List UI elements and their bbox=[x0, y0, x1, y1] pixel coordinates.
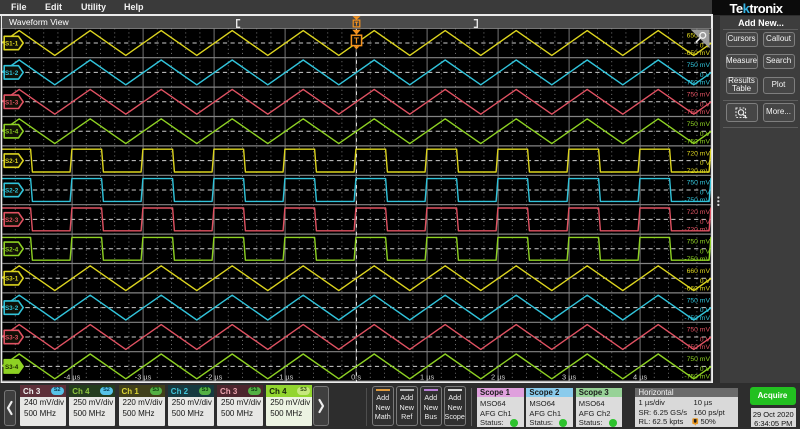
svg-text:-1 µs: -1 µs bbox=[277, 373, 294, 382]
svg-text:-750 mV: -750 mV bbox=[684, 197, 710, 204]
svg-text:S1-4: S1-4 bbox=[5, 129, 19, 136]
svg-text:750 mV: 750 mV bbox=[687, 239, 711, 246]
svg-text:-720 mV: -720 mV bbox=[684, 168, 710, 175]
svg-text:720 mV: 720 mV bbox=[687, 150, 711, 157]
svg-text:750 mV: 750 mV bbox=[687, 180, 711, 187]
svg-text:S3-2: S3-2 bbox=[5, 305, 19, 312]
svg-text:660 mV: 660 mV bbox=[687, 268, 711, 275]
svg-text:0 V: 0 V bbox=[700, 248, 711, 255]
svg-text:S1-1: S1-1 bbox=[5, 41, 19, 48]
svg-text:0 s: 0 s bbox=[351, 373, 361, 382]
svg-text:-750 mV: -750 mV bbox=[684, 109, 710, 116]
svg-text:-750 mV: -750 mV bbox=[684, 80, 710, 87]
svg-text:0 V: 0 V bbox=[700, 160, 711, 167]
svg-text:750 mV: 750 mV bbox=[687, 92, 711, 99]
svg-text:720 mV: 720 mV bbox=[687, 209, 711, 216]
svg-text:0 V: 0 V bbox=[700, 366, 711, 373]
svg-text:750 mV: 750 mV bbox=[687, 356, 711, 363]
svg-text:2 µs: 2 µs bbox=[491, 373, 505, 382]
svg-text:S2-4: S2-4 bbox=[5, 246, 19, 253]
svg-text:-2 µs: -2 µs bbox=[206, 373, 223, 382]
svg-text:0 V: 0 V bbox=[700, 278, 711, 285]
svg-text:S3-4: S3-4 bbox=[5, 364, 19, 371]
svg-text:750 mV: 750 mV bbox=[687, 297, 711, 304]
svg-text:-750 mV: -750 mV bbox=[684, 344, 710, 351]
svg-text:0 V: 0 V bbox=[700, 337, 711, 344]
svg-text:0 V: 0 V bbox=[700, 131, 711, 138]
svg-text:750 mV: 750 mV bbox=[687, 62, 711, 69]
svg-text:S3-3: S3-3 bbox=[5, 335, 19, 342]
svg-text:S1-2: S1-2 bbox=[5, 70, 19, 77]
svg-text:-3 µs: -3 µs bbox=[135, 373, 152, 382]
svg-text:-4 µs: -4 µs bbox=[64, 373, 81, 382]
svg-text:1 µs: 1 µs bbox=[420, 373, 434, 382]
svg-text:-750 mV: -750 mV bbox=[684, 315, 710, 322]
svg-text:S2-2: S2-2 bbox=[5, 188, 19, 195]
svg-text:S2-3: S2-3 bbox=[5, 217, 19, 224]
svg-text:0 V: 0 V bbox=[700, 101, 711, 108]
svg-text:0 V: 0 V bbox=[700, 307, 711, 314]
svg-text:T: T bbox=[354, 36, 360, 46]
svg-text:-660 mV: -660 mV bbox=[684, 285, 710, 292]
svg-text:-750 mV: -750 mV bbox=[684, 374, 710, 381]
svg-text:-750 mV: -750 mV bbox=[684, 138, 710, 145]
svg-text:S3-1: S3-1 bbox=[5, 276, 19, 283]
svg-text:-750 mV: -750 mV bbox=[684, 256, 710, 263]
svg-text:S2-1: S2-1 bbox=[5, 158, 19, 165]
svg-text:3 µs: 3 µs bbox=[562, 373, 576, 382]
svg-text:4 µs: 4 µs bbox=[633, 373, 647, 382]
svg-text:750 mV: 750 mV bbox=[687, 121, 711, 128]
svg-text:0 V: 0 V bbox=[700, 219, 711, 226]
svg-text:0 V: 0 V bbox=[700, 190, 711, 197]
svg-text:-720 mV: -720 mV bbox=[684, 227, 710, 234]
svg-text:0 V: 0 V bbox=[700, 72, 711, 79]
svg-text:-650 mV: -650 mV bbox=[684, 50, 710, 57]
svg-text:S1-3: S1-3 bbox=[5, 99, 19, 106]
svg-text:750 mV: 750 mV bbox=[687, 327, 711, 334]
